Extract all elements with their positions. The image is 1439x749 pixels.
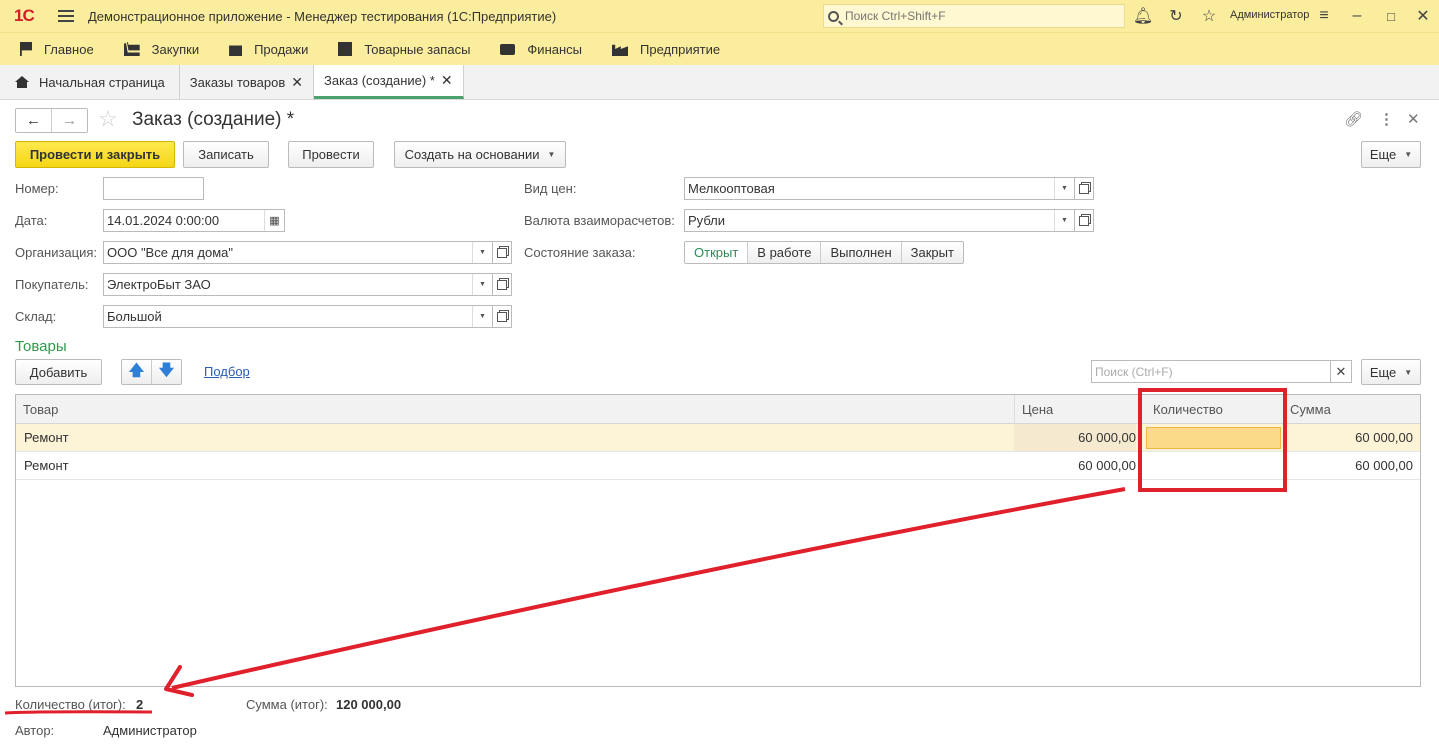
- annotation-underline: [4, 710, 153, 715]
- annotation-arrow-line: [171, 487, 1126, 690]
- annotation-arrow-head: [164, 665, 194, 697]
- annotation-overlay: [4, 487, 1126, 715]
